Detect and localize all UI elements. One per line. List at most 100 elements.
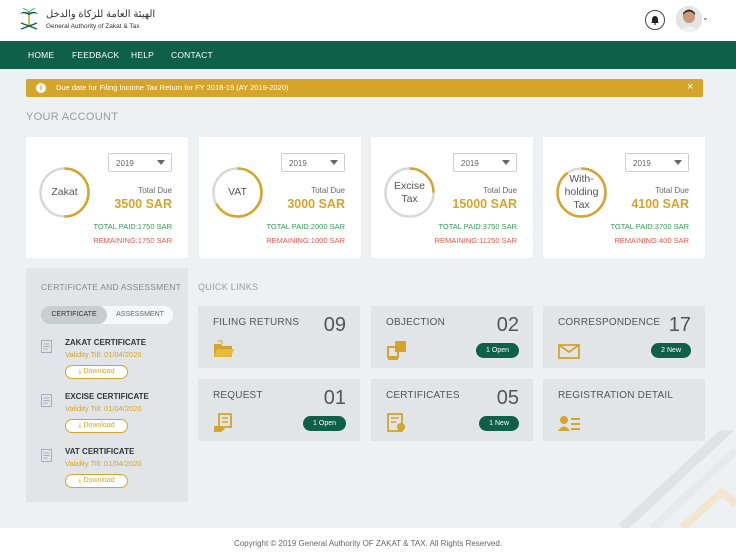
folder-icon xyxy=(214,340,234,357)
document-icon xyxy=(41,449,52,462)
total-paid: TOTAL PAID:3700 SAR xyxy=(610,222,689,231)
caret-down-icon xyxy=(502,160,510,165)
nav-home[interactable]: HOME xyxy=(28,50,54,60)
status-badge: 1 New xyxy=(479,416,519,431)
copyright-text: Copyright © 2019 General Authority OF ZA… xyxy=(233,539,503,548)
total-paid: TOTAL PAID:3750 SAR xyxy=(438,222,517,231)
total-due-amount: 3500 SAR xyxy=(114,197,172,211)
account-card-zakat: Zakat 2019 Total Due 3500 SAR TOTAL PAID… xyxy=(26,137,188,258)
caret-down-icon xyxy=(674,160,682,165)
chevron-down-icon[interactable]: ⌄ xyxy=(702,13,709,22)
close-icon[interactable]: × xyxy=(687,81,693,93)
status-badge: 1 Open xyxy=(476,343,519,358)
tile-title: REQUEST xyxy=(213,390,263,401)
total-due-amount: 3000 SAR xyxy=(287,197,345,211)
year-value: 2019 xyxy=(461,159,479,168)
avatar-person-icon xyxy=(676,6,702,32)
year-value: 2019 xyxy=(289,159,307,168)
year-value: 2019 xyxy=(633,159,651,168)
tile-objection[interactable]: OBJECTION 02 1 Open xyxy=(371,306,533,368)
tab-assessment[interactable]: ASSESSMENT xyxy=(107,306,173,324)
tab-certificate[interactable]: CERTIFICATE xyxy=(41,306,107,324)
tile-filing-returns[interactable]: FILING RETURNS 09 xyxy=(198,306,360,368)
your-account-title: YOUR ACCOUNT xyxy=(26,111,119,123)
avatar[interactable] xyxy=(676,6,702,32)
certificate-item: EXCISE CERTIFICATE Validity Till: 01/04/… xyxy=(41,392,181,442)
nav-feedback[interactable]: FEEDBACK xyxy=(72,50,119,60)
certificate-name: ZAKAT CERTIFICATE xyxy=(65,338,147,347)
due-date-alert: i Due date for Filing Income Tax Return … xyxy=(26,79,703,97)
certificate-item: ZAKAT CERTIFICATE Validity Till: 01/04/2… xyxy=(41,338,181,388)
document-icon xyxy=(41,340,52,353)
download-button[interactable]: ⤓ Download xyxy=(65,365,128,379)
total-due-label: Total Due xyxy=(655,186,689,195)
caret-down-icon xyxy=(157,160,165,165)
tile-title: CORRESPONDENCE xyxy=(558,317,661,328)
remaining-amount: REMAINING:1750 SAR xyxy=(93,236,172,245)
main-nav: HOME FEEDBACK HELP CONTACT xyxy=(0,41,736,69)
objection-icon xyxy=(387,341,406,360)
footer: Copyright © 2019 General Authority OF ZA… xyxy=(0,528,736,558)
total-due-label: Total Due xyxy=(138,186,172,195)
nav-contact[interactable]: CONTACT xyxy=(171,50,213,60)
certificate-item: VAT CERTIFICATE Validity Till: 01/04/202… xyxy=(41,447,181,497)
tile-correspondence[interactable]: CORRESPONDENCE 17 2 New xyxy=(543,306,705,368)
status-badge: 2 New xyxy=(651,343,691,358)
total-paid: TOTAL PAID:2000 SAR xyxy=(266,222,345,231)
card-name: Zakat xyxy=(51,186,78,198)
bell-glyph-icon xyxy=(651,16,659,25)
certificate-name: EXCISE CERTIFICATE xyxy=(65,392,149,401)
year-select[interactable]: 2019 xyxy=(453,153,517,172)
remaining-amount: REMAINING:400 SAR xyxy=(614,236,689,245)
registration-icon xyxy=(558,416,580,431)
request-icon xyxy=(214,413,232,432)
top-header: الهيئة العامة للزكاة والدخل General Auth… xyxy=(0,0,736,41)
total-due-label: Total Due xyxy=(311,186,345,195)
certificate-assessment-panel: CERTIFICATE AND ASSESSMENT CERTIFICATE A… xyxy=(26,268,188,502)
certificate-name: VAT CERTIFICATE xyxy=(65,447,135,456)
card-name: VAT xyxy=(228,186,247,198)
document-icon xyxy=(41,394,52,407)
certificate-validity: Validity Till: 01/04/2020 xyxy=(65,459,142,468)
year-select[interactable]: 2019 xyxy=(625,153,689,172)
quick-links-title: QUICK LINKS xyxy=(198,282,259,292)
tile-title: OBJECTION xyxy=(386,317,446,328)
download-button[interactable]: ⤓ Download xyxy=(65,474,128,488)
total-paid: TOTAL PAID:1750 SAR xyxy=(93,222,172,231)
total-due-label: Total Due xyxy=(483,186,517,195)
certificate-icon xyxy=(387,413,405,432)
download-label: Download xyxy=(83,368,115,375)
certificate-validity: Validity Till: 01/04/2020 xyxy=(65,350,142,359)
download-button[interactable]: ⤓ Download xyxy=(65,419,128,433)
account-card-vat: VAT 2019 Total Due 3000 SAR TOTAL PAID:2… xyxy=(199,137,361,258)
nav-help[interactable]: HELP xyxy=(131,50,154,60)
certificate-assessment-toggle: CERTIFICATE ASSESSMENT xyxy=(41,306,173,324)
download-label: Download xyxy=(83,422,115,429)
tile-count: 05 xyxy=(496,387,519,409)
year-value: 2019 xyxy=(116,159,134,168)
card-name: Excise Tax xyxy=(394,179,425,205)
alert-text: Due date for Filing Income Tax Return fo… xyxy=(56,83,289,92)
card-name: With-holding Tax xyxy=(564,173,599,211)
mail-icon xyxy=(558,344,580,359)
info-icon: i xyxy=(36,83,46,93)
bell-icon[interactable] xyxy=(645,10,665,30)
account-card-withholding: With-holding Tax 2019 Total Due 4100 SAR… xyxy=(543,137,705,258)
tile-count: 17 xyxy=(668,314,691,336)
tile-title: FILING RETURNS xyxy=(213,317,300,328)
total-due-amount: 15000 SAR xyxy=(452,197,517,211)
tile-request[interactable]: REQUEST 01 1 Open xyxy=(198,379,360,441)
year-select[interactable]: 2019 xyxy=(281,153,345,172)
remaining-amount: REMAINING:11250 SAR xyxy=(434,236,517,245)
logo-arabic-text: الهيئة العامة للزكاة والدخل xyxy=(46,9,156,20)
decorative-stripes xyxy=(618,430,736,528)
logo-english-text: General Authority of Zakat & Tax xyxy=(46,23,140,30)
logo-palm-icon[interactable] xyxy=(18,7,40,33)
tile-count: 09 xyxy=(323,314,346,336)
remaining-amount: REMAINING:1000 SAR xyxy=(266,236,345,245)
tile-title: REGISTRATION DETAIL xyxy=(558,390,674,401)
tile-certificates[interactable]: CERTIFICATES 05 1 New xyxy=(371,379,533,441)
status-badge: 1 Open xyxy=(303,416,346,431)
tile-count: 01 xyxy=(323,387,346,409)
year-select[interactable]: 2019 xyxy=(108,153,172,172)
